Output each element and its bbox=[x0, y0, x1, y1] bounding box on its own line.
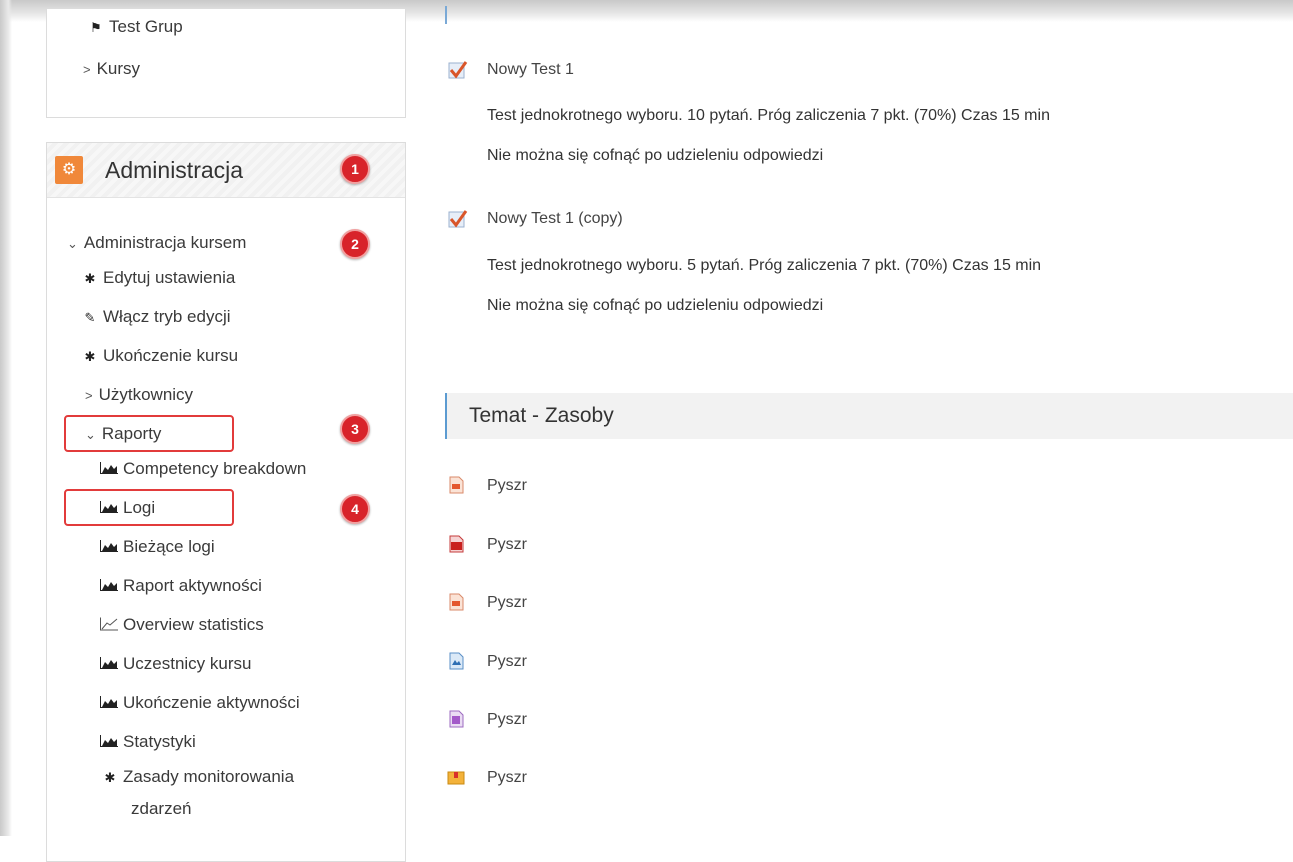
resource-link-5[interactable]: Pyszr bbox=[487, 711, 527, 729]
report-activity-completion[interactable]: Ukończenie aktywności bbox=[99, 693, 300, 713]
highlight-logi bbox=[64, 489, 234, 526]
report-biezace-logi[interactable]: Bieżące logi bbox=[99, 537, 215, 557]
area-chart-icon bbox=[100, 735, 118, 747]
quiz-icon bbox=[448, 61, 468, 79]
section-header: Temat - Zasoby bbox=[445, 393, 1293, 439]
edit-mode-link[interactable]: ✎ Włącz tryb edycji bbox=[81, 307, 231, 327]
section-title: Temat - Zasoby bbox=[469, 404, 614, 427]
area-chart-icon bbox=[100, 540, 118, 552]
resource-link-2[interactable]: Pyszr bbox=[487, 536, 527, 554]
activity-desc-1a: Test jednokrotnego wyboru. 10 pytań. Pró… bbox=[487, 107, 1050, 124]
step-badge-3: 3 bbox=[340, 414, 370, 444]
chevron-down-icon: ⌄ bbox=[67, 236, 78, 251]
activity-title-2[interactable]: Nowy Test 1 (copy) bbox=[487, 210, 623, 228]
gear-icon: ✱ bbox=[104, 770, 116, 785]
pencil-icon: ✎ bbox=[84, 310, 96, 325]
nav-item-kursy[interactable]: > Kursy bbox=[83, 59, 140, 79]
resource-link-6[interactable]: Pyszr bbox=[487, 769, 527, 787]
step-badge-1: 1 bbox=[340, 154, 370, 184]
event-monitoring-link[interactable]: ✱ Zasady monitorowania bbox=[101, 767, 294, 787]
course-admin-toggle[interactable]: ⌄ Administracja kursem bbox=[67, 233, 246, 253]
chevron-right-icon: > bbox=[85, 388, 93, 403]
users-toggle[interactable]: > Użytkownicy bbox=[85, 385, 193, 405]
resource-link-3[interactable]: Pyszr bbox=[487, 594, 527, 612]
ppt-file-icon bbox=[449, 476, 464, 494]
activity-title-1[interactable]: Nowy Test 1 bbox=[487, 61, 574, 79]
course-completion-link[interactable]: ✱ Ukończenie kursu bbox=[81, 346, 239, 366]
report-overview-statistics[interactable]: Overview statistics bbox=[99, 615, 264, 635]
report-competency-breakdown[interactable]: Competency breakdown bbox=[99, 459, 306, 479]
area-chart-icon bbox=[100, 579, 118, 591]
area-chart-icon bbox=[100, 462, 118, 474]
cogs-icon: ⚙ bbox=[55, 156, 83, 184]
step-badge-4: 4 bbox=[340, 494, 370, 524]
resource-link-4[interactable]: Pyszr bbox=[487, 653, 527, 671]
package-icon bbox=[447, 771, 465, 785]
window-frame-left bbox=[0, 0, 12, 836]
archive-file-icon bbox=[449, 710, 464, 728]
section-border-top bbox=[445, 6, 447, 24]
area-chart-icon bbox=[100, 696, 118, 708]
administration-title: Administracja bbox=[105, 157, 244, 183]
area-chart-icon bbox=[100, 657, 118, 669]
quiz-icon bbox=[448, 210, 468, 228]
resource-link-1[interactable]: Pyszr bbox=[487, 477, 527, 495]
edit-settings-link[interactable]: ✱ Edytuj ustawienia bbox=[81, 268, 236, 288]
line-chart-icon bbox=[100, 617, 118, 631]
flag-icon: ⚑ bbox=[90, 20, 102, 35]
navigation-block: ⚑ Test Grup > Kursy bbox=[46, 8, 406, 118]
report-activity[interactable]: Raport aktywności bbox=[99, 576, 262, 596]
ppt-file-icon bbox=[449, 593, 464, 611]
report-statistics[interactable]: Statystyki bbox=[99, 732, 196, 752]
activity-desc-2b: Nie można się cofnąć po udzieleniu odpow… bbox=[487, 297, 824, 314]
activity-desc-1b: Nie można się cofnąć po udzieleniu odpow… bbox=[487, 147, 824, 164]
nav-item-test-grup[interactable]: ⚑ Test Grup bbox=[87, 17, 183, 37]
report-participants[interactable]: Uczestnicy kursu bbox=[99, 654, 251, 674]
chevron-right-icon: > bbox=[83, 62, 91, 77]
step-badge-2: 2 bbox=[340, 229, 370, 259]
event-monitoring-link-cont[interactable]: zdarzeń bbox=[131, 799, 191, 819]
pdf-file-icon bbox=[449, 535, 464, 553]
gear-icon: ✱ bbox=[84, 271, 96, 286]
gear-icon: ✱ bbox=[84, 349, 96, 364]
activity-desc-2a: Test jednokrotnego wyboru. 5 pytań. Próg… bbox=[487, 257, 1042, 274]
image-file-icon bbox=[449, 652, 464, 670]
highlight-raporty bbox=[64, 415, 234, 452]
